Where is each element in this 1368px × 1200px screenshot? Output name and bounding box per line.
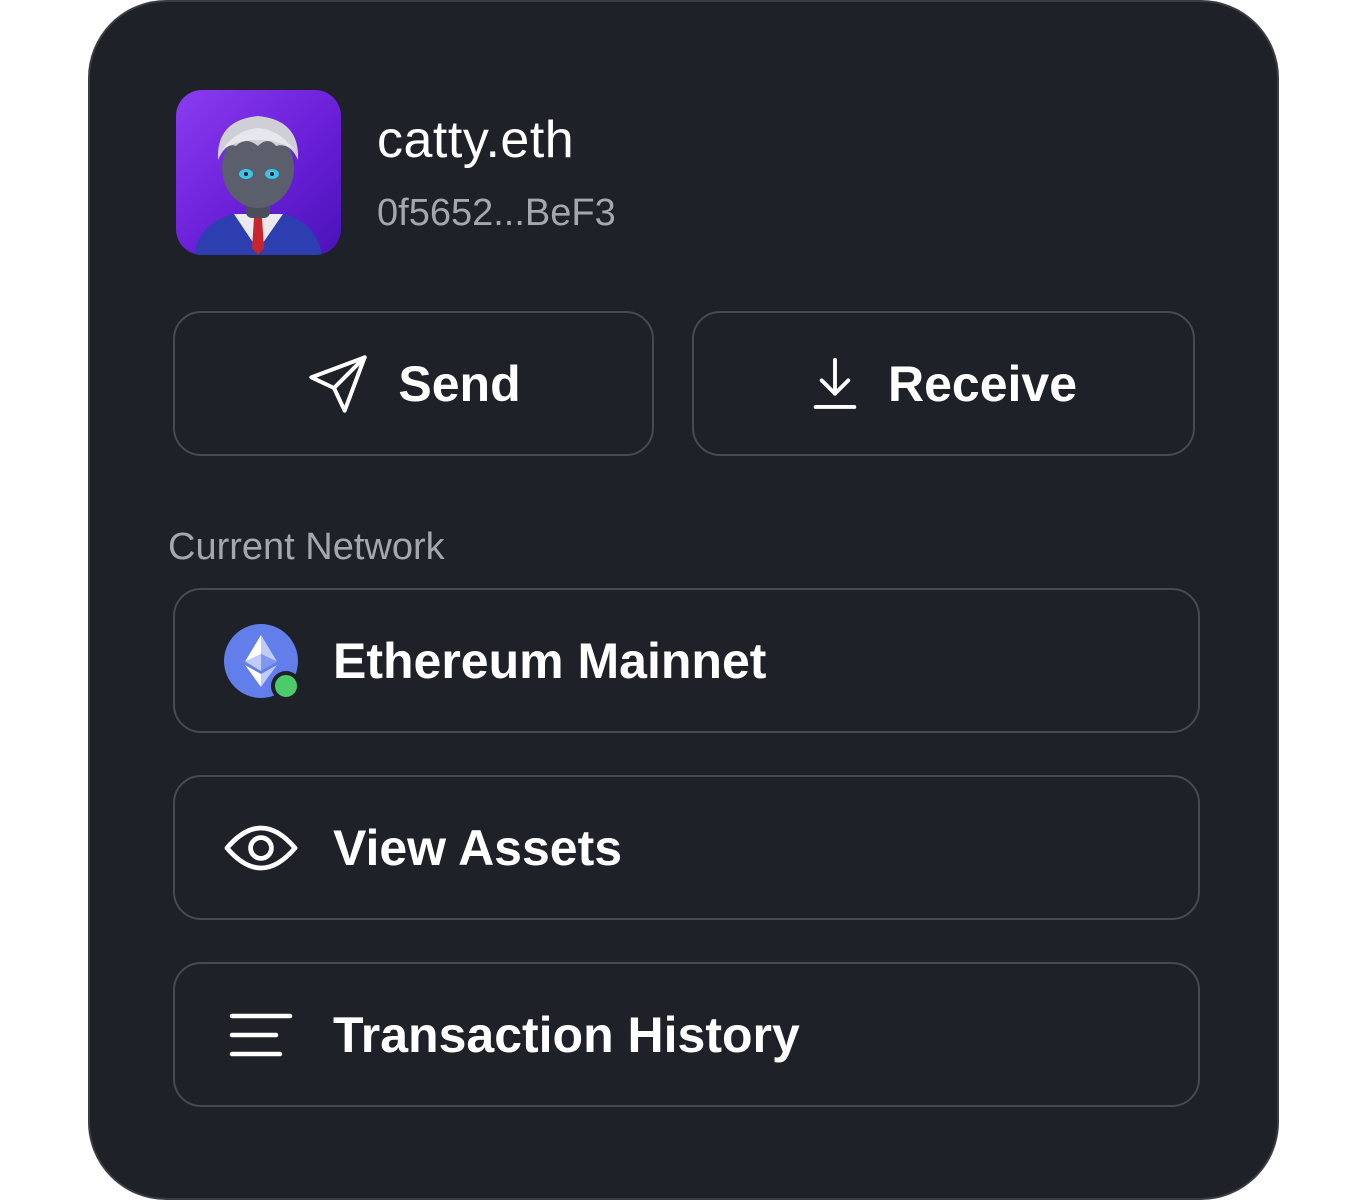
receive-label: Receive	[887, 355, 1078, 412]
send-button[interactable]: Send	[173, 311, 654, 456]
send-icon	[306, 352, 370, 416]
eye-icon	[223, 810, 299, 886]
avatar-image	[194, 116, 322, 255]
network-selector[interactable]: Ethereum Mainnet	[173, 588, 1200, 733]
network-name: Ethereum Mainnet	[333, 632, 767, 689]
receive-button[interactable]: Receive	[692, 311, 1195, 456]
list-icon	[223, 997, 299, 1073]
transaction-history-label: Transaction History	[333, 1006, 800, 1063]
wallet-address[interactable]: 0f5652...BeF3	[377, 190, 616, 236]
connected-status-dot	[271, 670, 301, 701]
view-assets-label: View Assets	[333, 819, 623, 876]
send-label: Send	[398, 355, 521, 412]
ethereum-icon	[223, 623, 301, 701]
download-icon	[810, 355, 860, 413]
current-network-label: Current Network	[168, 526, 445, 568]
transaction-history-button[interactable]: Transaction History	[173, 962, 1200, 1107]
avatar	[176, 90, 341, 255]
view-assets-button[interactable]: View Assets	[173, 775, 1200, 920]
wallet-panel: catty.eth 0f5652...BeF3 Send Receive Cur…	[88, 0, 1279, 1200]
ens-name: catty.eth	[377, 111, 575, 169]
